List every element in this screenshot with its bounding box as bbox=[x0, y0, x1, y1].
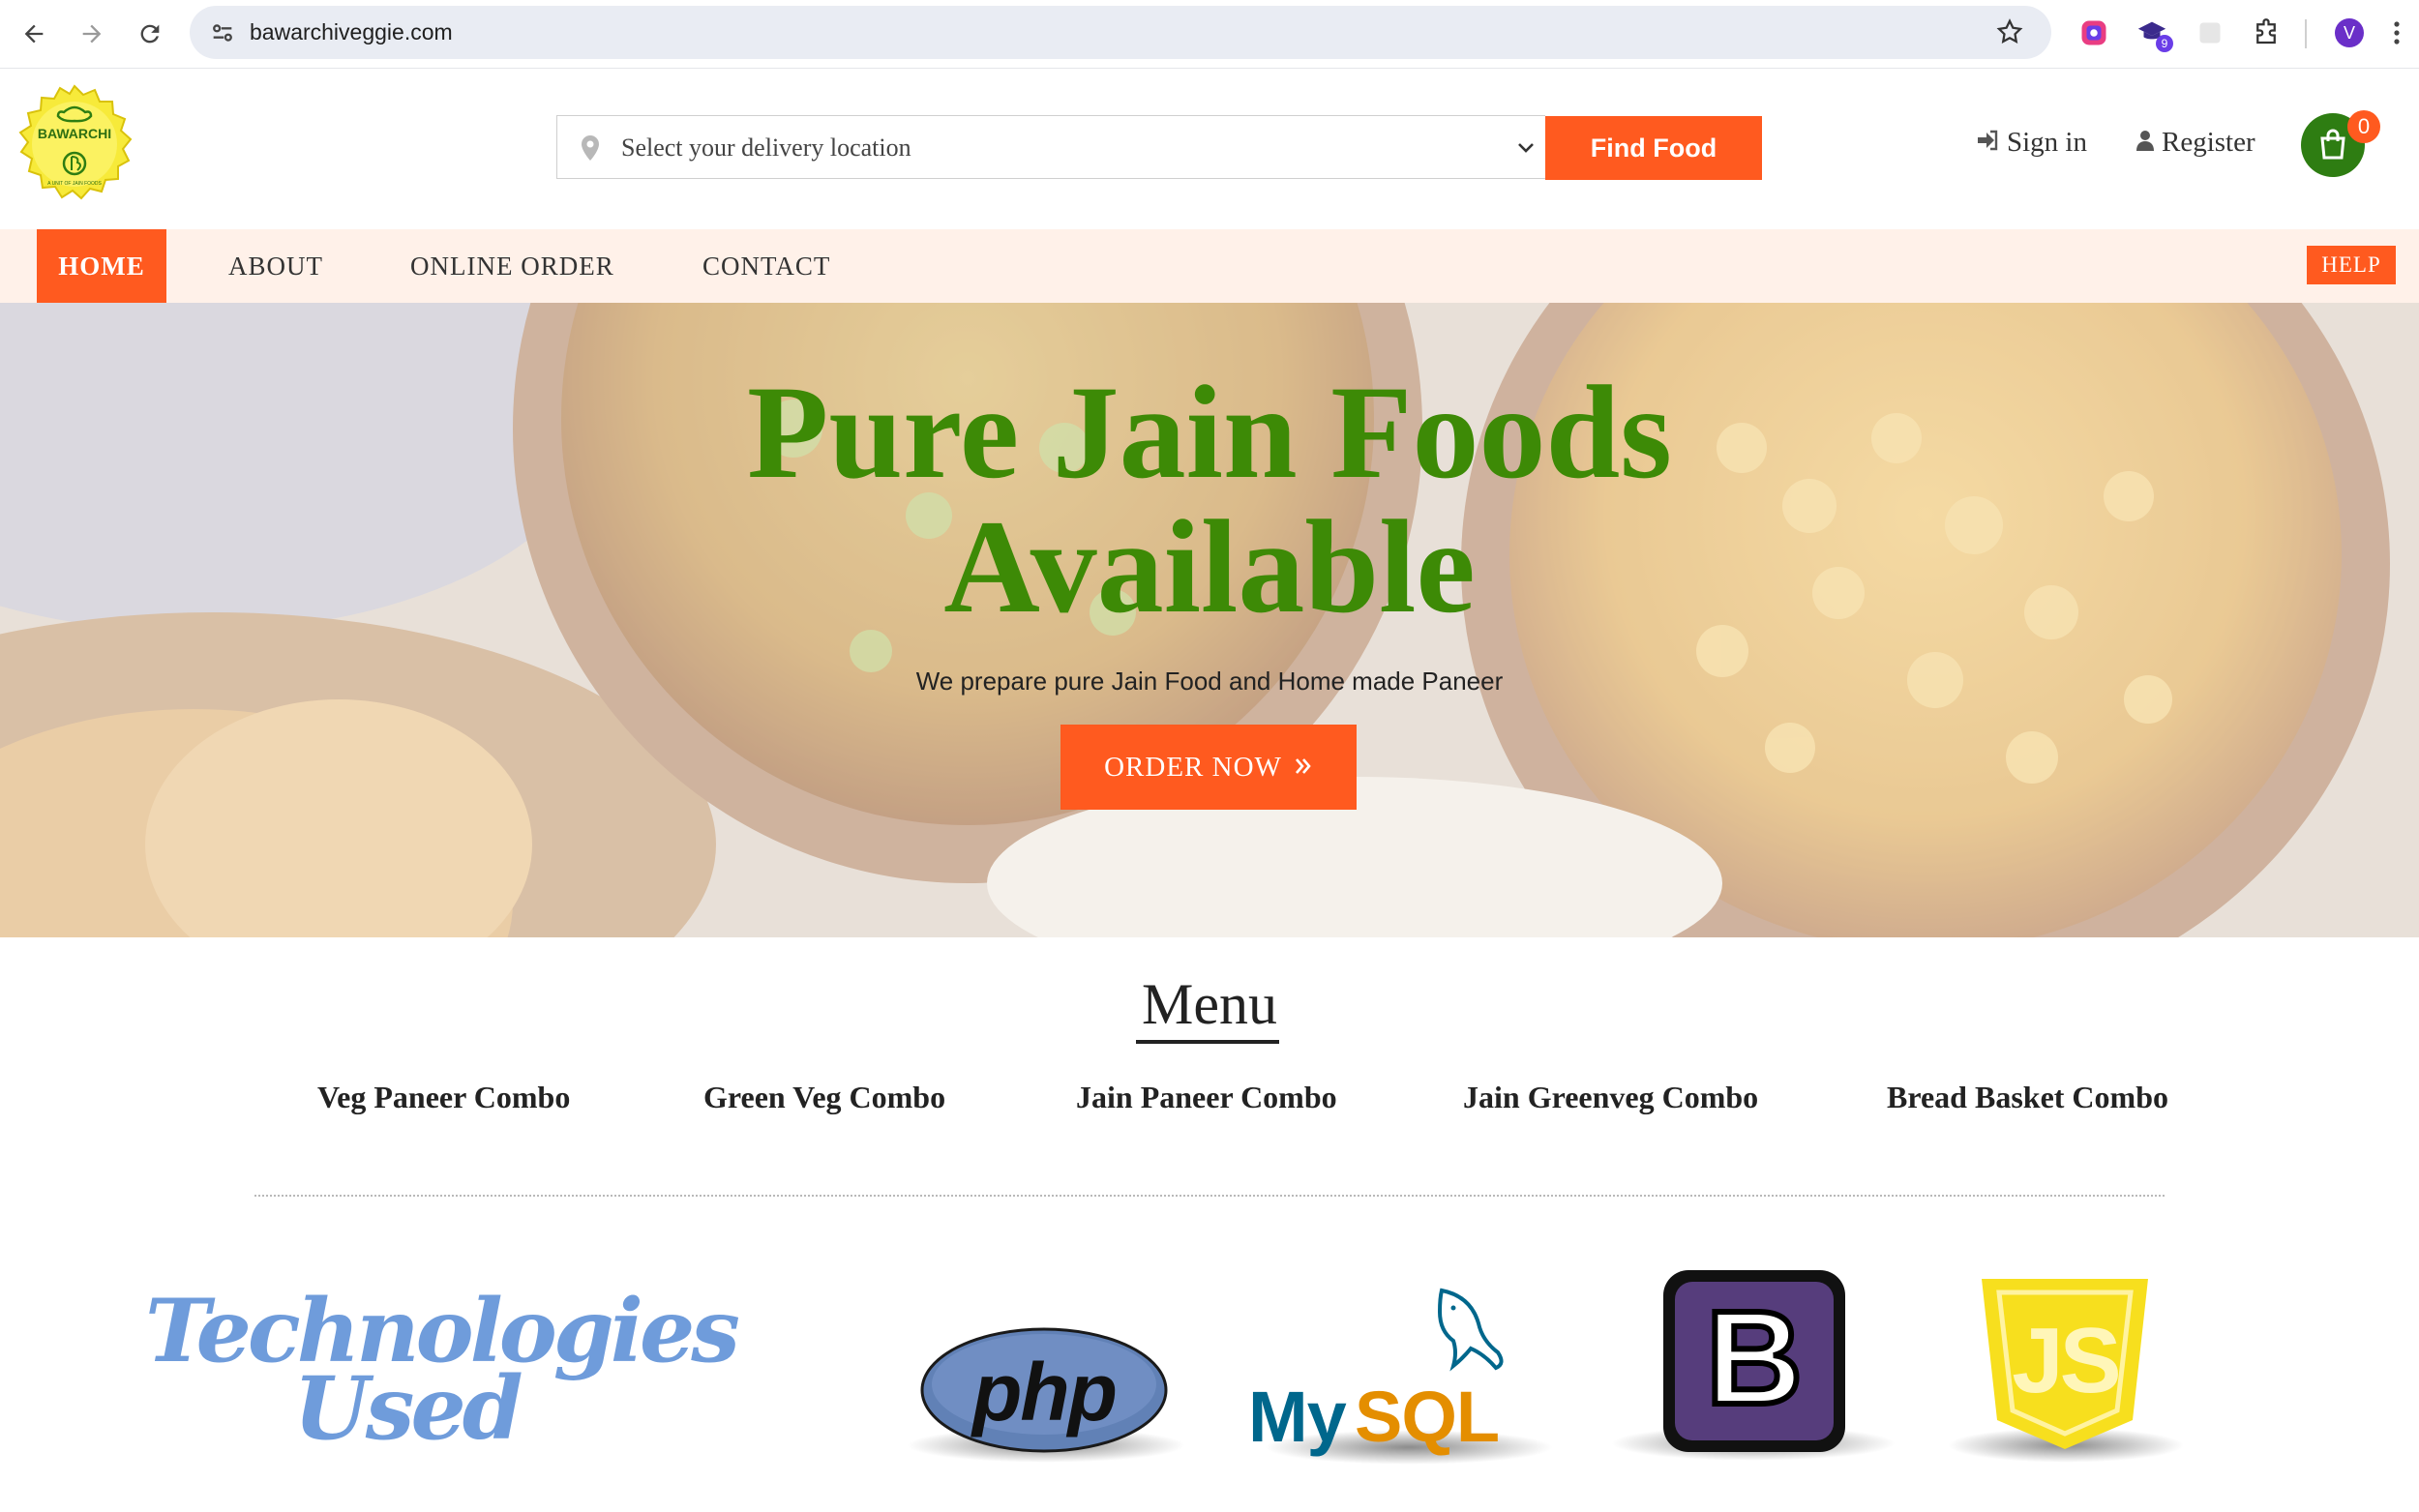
location-placeholder: Select your delivery location bbox=[621, 133, 911, 162]
extension-badge: 9 bbox=[2156, 35, 2173, 52]
forward-icon[interactable] bbox=[72, 14, 112, 54]
toolbar-divider bbox=[2305, 19, 2307, 48]
hero-title: Pure Jain Foods Available bbox=[747, 358, 1672, 640]
menu-heading: Menu bbox=[1142, 972, 1277, 1036]
delivery-location-select[interactable]: Select your delivery location bbox=[556, 115, 1545, 179]
menu-tab-veg-paneer-combo[interactable]: Veg Paneer Combo bbox=[317, 1080, 570, 1115]
order-now-button[interactable]: ORDER NOW bbox=[1060, 725, 1357, 810]
sign-in-link[interactable]: Sign in bbox=[1976, 127, 2087, 159]
extension-color-icon[interactable] bbox=[2075, 14, 2113, 52]
double-chevron-right-icon bbox=[1294, 752, 1313, 784]
menu-tab-jain-paneer-combo[interactable]: Jain Paneer Combo bbox=[1076, 1080, 1337, 1115]
php-logo: php bbox=[919, 1326, 1169, 1454]
nav-contact[interactable]: CONTACT bbox=[702, 229, 830, 303]
hero-subtitle: We prepare pure Jain Food and Home made … bbox=[915, 667, 1504, 696]
find-food-button[interactable]: Find Food bbox=[1545, 116, 1762, 180]
sign-in-label: Sign in bbox=[2007, 127, 2087, 158]
browser-toolbar: bawarchiveggie.com 9 V bbox=[0, 0, 2419, 69]
address-bar[interactable]: bawarchiveggie.com bbox=[190, 6, 2051, 59]
section-divider bbox=[254, 1195, 2165, 1197]
menu-tab-green-veg-combo[interactable]: Green Veg Combo bbox=[703, 1080, 945, 1115]
javascript-logo: JS bbox=[1978, 1275, 2152, 1453]
user-icon bbox=[2136, 127, 2154, 159]
sign-in-icon bbox=[1976, 127, 1999, 159]
mysql-logo: My SQL bbox=[1248, 1287, 1558, 1457]
hero-banner: Pure Jain Foods Available We prepare pur… bbox=[0, 303, 2419, 937]
bootstrap-logo: B bbox=[1663, 1270, 1845, 1452]
nav-about[interactable]: ABOUT bbox=[228, 229, 323, 303]
site-logo[interactable]: BAWARCHI A UNIT OF JAIN FOODS bbox=[14, 83, 135, 205]
shopping-bag-icon bbox=[2319, 129, 2346, 164]
logo-text: BAWARCHI bbox=[37, 126, 112, 141]
menu-tab-jain-greenveg-combo[interactable]: Jain Greenveg Combo bbox=[1463, 1080, 1758, 1115]
browser-menu-icon[interactable] bbox=[2382, 14, 2411, 52]
menu-tab-bread-basket-combo[interactable]: Bread Basket Combo bbox=[1887, 1080, 2168, 1115]
extensions-puzzle-icon[interactable] bbox=[2247, 14, 2285, 52]
nav-home[interactable]: HOME bbox=[37, 229, 166, 303]
reload-icon[interactable] bbox=[130, 14, 170, 54]
back-icon[interactable] bbox=[14, 14, 54, 54]
extension-grad-icon[interactable]: 9 bbox=[2133, 14, 2173, 52]
url-text[interactable]: bawarchiveggie.com bbox=[250, 19, 453, 45]
main-navigation: HOME ABOUT ONLINE ORDER CONTACT bbox=[0, 229, 2419, 303]
register-label: Register bbox=[2162, 127, 2255, 158]
cart-count-badge: 0 bbox=[2347, 110, 2380, 143]
bookmark-star-icon[interactable] bbox=[1995, 17, 2024, 51]
profile-avatar[interactable]: V bbox=[2330, 14, 2369, 52]
order-now-label: ORDER NOW bbox=[1104, 751, 1282, 783]
register-link[interactable]: Register bbox=[2136, 127, 2255, 159]
logo-tagline: A UNIT OF JAIN FOODS bbox=[47, 181, 102, 187]
nav-online-order[interactable]: ONLINE ORDER bbox=[410, 229, 614, 303]
menu-heading-underline bbox=[1136, 1040, 1279, 1044]
help-button[interactable]: HELP bbox=[2307, 246, 2396, 284]
site-info-icon[interactable] bbox=[209, 19, 236, 51]
location-pin-icon bbox=[579, 133, 602, 167]
technologies-heading: Technologies Used bbox=[145, 1280, 740, 1460]
chevron-down-icon bbox=[1517, 141, 1535, 160]
extension-placeholder-icon[interactable] bbox=[2191, 14, 2229, 52]
